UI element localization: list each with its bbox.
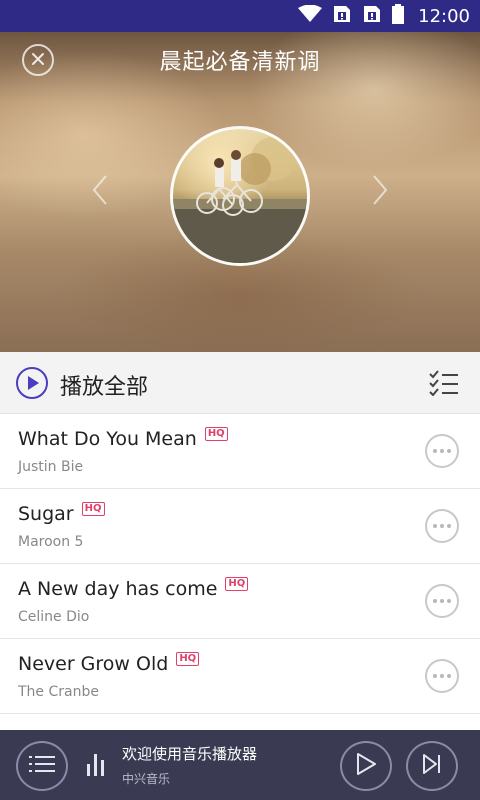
play-all-bar: 播放全部	[0, 352, 480, 414]
now-playing-title[interactable]: 欢迎使用音乐播放器	[122, 743, 257, 764]
play-all-label[interactable]: 播放全部	[60, 369, 148, 401]
now-playing-subtitle: 中兴音乐	[122, 772, 171, 786]
status-time: 12:00	[418, 5, 470, 27]
chevron-right-icon	[368, 175, 392, 212]
chevron-left-icon	[88, 175, 112, 212]
song-list: What Do You Mean HQ Justin Bie Sugar HQ …	[0, 414, 480, 714]
hq-badge: HQ	[225, 577, 249, 591]
more-dot	[447, 674, 451, 678]
song-title: Sugar	[18, 503, 74, 525]
album-cover[interactable]	[170, 126, 310, 266]
more-dot	[433, 449, 437, 453]
cover-artwork	[173, 137, 307, 263]
next-cover-button[interactable]	[368, 172, 392, 208]
song-row[interactable]: What Do You Mean HQ Justin Bie	[0, 414, 480, 489]
more-options-button[interactable]	[425, 659, 459, 693]
song-title-wrap: A New day has come HQ	[18, 577, 249, 600]
play-circle-icon	[18, 376, 46, 401]
prev-cover-button[interactable]	[88, 172, 112, 208]
song-title: A New day has come	[18, 578, 218, 600]
next-track-icon	[421, 753, 443, 779]
song-title-wrap: Never Grow Old HQ	[18, 652, 200, 675]
status-bar: 12:00	[0, 0, 480, 32]
song-row[interactable]: Sugar HQ Maroon 5	[0, 489, 480, 564]
playlist-button[interactable]	[16, 741, 68, 791]
more-dot	[440, 674, 444, 678]
song-title-wrap: What Do You Mean HQ	[18, 427, 228, 450]
sim1-icon	[332, 4, 352, 28]
hq-badge: HQ	[204, 427, 228, 441]
song-artist: The Cranbe	[18, 684, 99, 700]
more-options-button[interactable]	[425, 584, 459, 618]
next-track-button[interactable]	[406, 741, 458, 791]
playlist-icon	[29, 754, 55, 778]
play-button[interactable]	[340, 741, 392, 791]
more-options-button[interactable]	[425, 434, 459, 468]
song-artist: Maroon 5	[18, 534, 84, 550]
more-options-button[interactable]	[425, 509, 459, 543]
playlist-title: 晨起必备清新调	[159, 50, 321, 75]
multi-select-icon[interactable]	[428, 370, 458, 397]
playlist-header: 晨起必备清新调	[0, 32, 480, 352]
song-artist: Celine Dio	[18, 609, 90, 625]
more-dot	[433, 524, 437, 528]
equalizer-icon	[86, 754, 106, 776]
song-row[interactable]: A New day has come HQ Celine Dio	[0, 564, 480, 639]
play-all-button[interactable]	[16, 367, 48, 399]
play-icon	[355, 752, 377, 780]
more-dot	[447, 599, 451, 603]
song-title-wrap: Sugar HQ	[18, 502, 105, 525]
more-dot	[440, 449, 444, 453]
more-dot	[440, 524, 444, 528]
hq-badge: HQ	[176, 652, 200, 666]
more-dot	[447, 524, 451, 528]
song-artist: Justin Bie	[18, 459, 84, 475]
more-dot	[433, 674, 437, 678]
battery-icon	[392, 4, 405, 28]
song-title: What Do You Mean	[18, 428, 197, 450]
hq-badge: HQ	[81, 502, 105, 516]
more-dot	[440, 599, 444, 603]
status-icons: 12:00	[298, 0, 470, 32]
song-title: Never Grow Old	[18, 653, 169, 675]
more-dot	[433, 599, 437, 603]
sim2-icon	[362, 4, 382, 28]
song-row[interactable]: Never Grow Old HQ The Cranbe	[0, 639, 480, 714]
mini-player: 欢迎使用音乐播放器 中兴音乐	[0, 730, 480, 800]
more-dot	[447, 449, 451, 453]
wifi-icon	[298, 4, 323, 27]
